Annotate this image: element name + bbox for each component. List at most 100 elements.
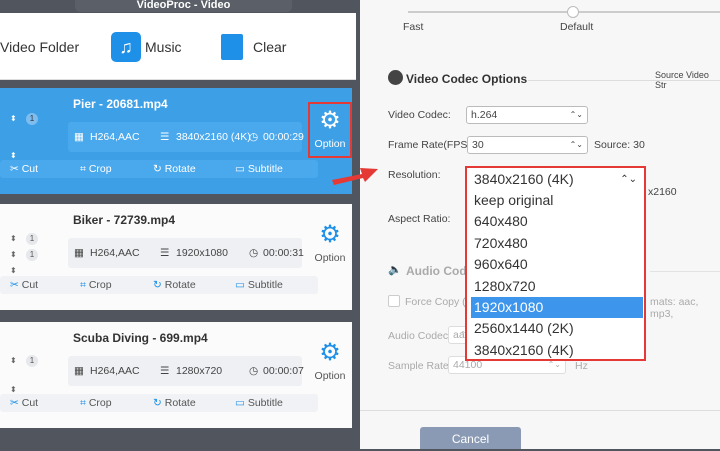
codec-option-button[interactable]: ⚙ Option (308, 102, 352, 158)
file-item[interactable]: ⬍ ⬍ 1 Pier - 20681.mp4 ▦ H264,AAC ☰ 3840… (0, 88, 352, 194)
duration-value: 00:00:31 (263, 247, 304, 259)
option-label: Option (314, 138, 346, 150)
file-list-panel: VideoProc - Video Video Folder ♫ Music C… (0, 0, 356, 449)
fps-select[interactable]: 30 (467, 136, 588, 154)
resolution-icon: ☰ (160, 247, 170, 259)
formats-label: mats: aac, mp3, (650, 296, 699, 320)
sort-icon[interactable]: ⬍ (10, 266, 17, 275)
cut-button[interactable]: ✂ Cut (10, 397, 38, 409)
cut-button[interactable]: ✂ Cut (10, 163, 38, 175)
sort-icon[interactable]: ⬍ (10, 234, 17, 243)
duration-value: 00:00:07 (263, 365, 304, 377)
subtitle-button[interactable]: ▭ Subtitle (235, 163, 283, 175)
codec-option-button[interactable]: ⚙ Option (308, 336, 352, 392)
trash-icon (221, 33, 243, 60)
file-info: ▦ H264,AAC ☰ 1920x1080 ◷ 00:00:31 (68, 238, 304, 268)
codec-gear-icon: ⚙ (319, 221, 341, 248)
rotate-button[interactable]: ↻ Rotate (153, 279, 196, 291)
add-music-button[interactable]: ♫ Music (111, 13, 182, 80)
resolution-value: 1920x1080 (176, 247, 228, 259)
resolution-option[interactable]: keep original (471, 190, 643, 211)
codec-option-button[interactable]: ⚙ Option (308, 218, 352, 274)
codec-gear-icon: ⚙ (319, 107, 341, 134)
clear-button[interactable]: Clear (221, 13, 286, 80)
duration-value: 00:00:29 (263, 131, 304, 143)
divider (650, 271, 720, 272)
video-codec-label: Video Codec: (388, 109, 451, 121)
codec-value: H264,AAC (90, 365, 140, 377)
file-item[interactable]: ⬍ ⬍ 1 Scuba Diving - 699.mp4 ▦ H264,AAC … (0, 322, 352, 428)
clock-icon: ◷ (249, 247, 259, 259)
badge: 1 (26, 355, 38, 367)
resolution-option[interactable]: 1280x720 (471, 276, 643, 297)
selected-value: 3840x2160 (4K) (474, 171, 574, 187)
file-info: ▦ H264,AAC ☰ 1280x720 ◷ 00:00:07 (68, 356, 304, 386)
item-actions: ✂ Cut ⌗ Crop ↻ Rotate ▭ Subtitle (0, 394, 318, 412)
resolution-option[interactable]: 960x640 (471, 254, 643, 275)
cancel-button[interactable]: Cancel (420, 427, 521, 449)
subtitle-button[interactable]: ▭ Subtitle (235, 397, 283, 409)
resolution-value: 3840x2160 (4K) (176, 131, 251, 143)
file-item[interactable]: ⬍ ⬍ ⬍ 1 1 Biker - 72739.mp4 ▦ H264,AAC ☰… (0, 204, 352, 310)
crop-button[interactable]: ⌗ Crop (80, 397, 112, 410)
cut-button[interactable]: ✂ Cut (10, 279, 38, 291)
resolution-value: 1280x720 (176, 365, 223, 377)
file-info: ▦ H264,AAC ☰ 3840x2160 (4K) ◷ 00:00:29 (68, 122, 304, 152)
red-arrow-annotation (332, 168, 378, 185)
film-icon: ▦ (74, 365, 84, 377)
add-video-folder-button[interactable]: Video Folder (0, 13, 79, 80)
sort-icon[interactable]: ⬍ (10, 385, 17, 394)
film-reel-icon (388, 70, 403, 85)
video-codec-heading: Video Codec Options (406, 72, 528, 86)
sort-icon[interactable]: ⬍ (10, 356, 17, 365)
rotate-button[interactable]: ↻ Rotate (153, 163, 196, 175)
file-name: Scuba Diving - 699.mp4 (73, 331, 208, 345)
resolution-selected[interactable]: 3840x2160 (4K) ⌃⌄ (471, 169, 643, 190)
codec-gear-icon: ⚙ (319, 339, 341, 366)
clock-icon: ◷ (249, 365, 259, 377)
resolution-icon: ☰ (160, 131, 170, 143)
sample-rate-label: Sample Rate: (388, 360, 452, 372)
resolution-icon: ☰ (160, 365, 170, 377)
toolbar-label: Music (145, 38, 182, 55)
sort-icon[interactable]: ⬍ (10, 151, 17, 160)
resolution-option-highlighted[interactable]: 1920x1080 (471, 297, 643, 318)
quality-slider[interactable] (408, 11, 720, 13)
force-copy-checkbox[interactable] (388, 295, 400, 307)
toolbar-label: Video Folder (0, 38, 80, 55)
option-label: Option (314, 252, 346, 264)
item-actions: ✂ Cut ⌗ Crop ↻ Rotate ▭ Subtitle (0, 160, 318, 178)
crop-button[interactable]: ⌗ Crop (80, 163, 112, 176)
subtitle-button[interactable]: ▭ Subtitle (235, 279, 283, 291)
resolution-option[interactable]: 640x480 (471, 211, 643, 232)
resolution-dropdown[interactable]: 3840x2160 (4K) ⌃⌄ keep original 640x480 7… (465, 166, 646, 361)
force-copy-label: Force Copy (P (405, 296, 473, 308)
divider (360, 410, 720, 411)
film-icon: ▦ (74, 131, 84, 143)
video-codec-select[interactable]: h.264 (466, 106, 588, 124)
fast-label: Fast (403, 21, 424, 33)
window-title: VideoProc - Video (75, 0, 292, 12)
codec-value: H264,AAC (90, 247, 140, 259)
resolution-option[interactable]: 3840x2160 (4K) (471, 340, 643, 361)
rotate-button[interactable]: ↻ Rotate (153, 397, 196, 409)
fps-source: Source: 30 (594, 139, 645, 151)
music-icon: ♫ (111, 31, 141, 62)
resolution-label: Resolution: (388, 169, 441, 181)
resolution-option[interactable]: 720x480 (471, 233, 643, 254)
codec-value: H264,AAC (90, 131, 140, 143)
badge: 1 (26, 233, 38, 245)
resolution-source: x2160 (648, 186, 677, 198)
badge: 1 (26, 249, 38, 261)
sort-icon[interactable]: ⬍ (10, 250, 17, 259)
sort-icon[interactable]: ⬍ (10, 114, 17, 123)
slider-handle[interactable] (567, 6, 579, 18)
aspect-ratio-label: Aspect Ratio: (388, 213, 451, 225)
speaker-icon: 🔈 (388, 264, 402, 276)
sample-rate-unit: Hz (575, 360, 588, 372)
toolbar: Video Folder ♫ Music Clear (0, 13, 356, 80)
fps-label: Frame Rate(FPS): (388, 139, 474, 151)
resolution-option[interactable]: 2560x1440 (2K) (471, 318, 643, 339)
option-label: Option (314, 370, 346, 382)
crop-button[interactable]: ⌗ Crop (80, 279, 112, 292)
